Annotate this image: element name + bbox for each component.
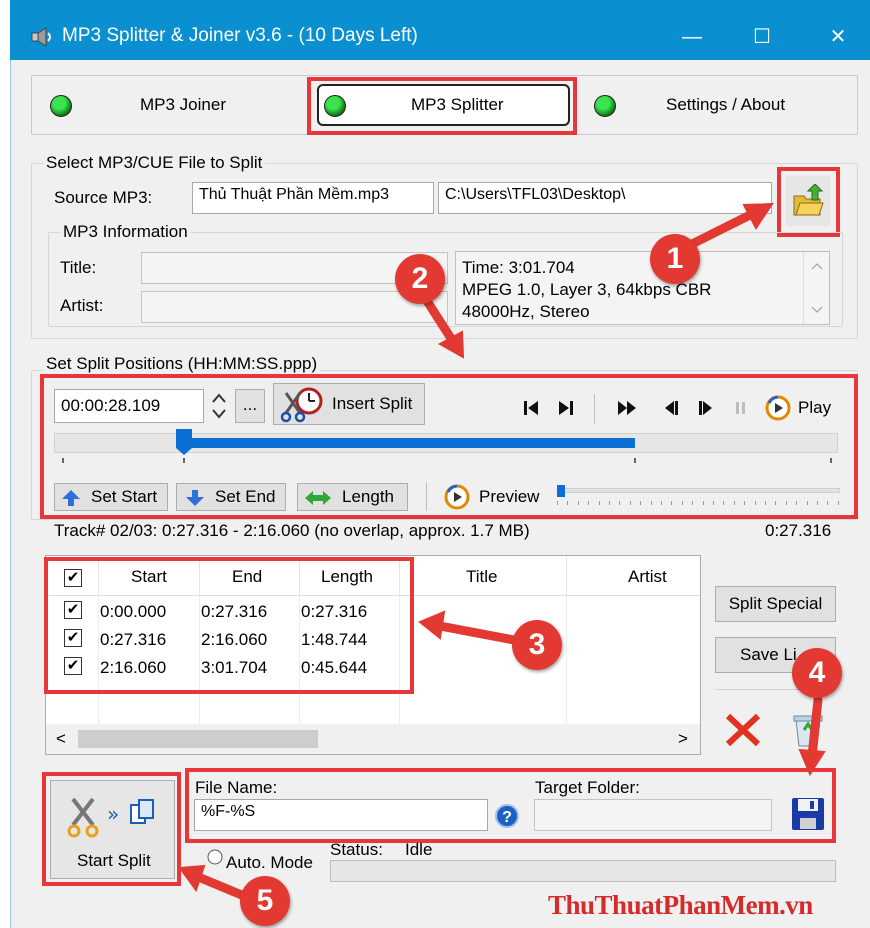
callout-badge: 2 bbox=[395, 254, 445, 304]
watermark: ThuThuatPhanMem.vn bbox=[548, 890, 813, 920]
callout-badge: 5 bbox=[240, 876, 290, 926]
callout-badge: 4 bbox=[792, 648, 842, 698]
callout-badge: 3 bbox=[512, 620, 562, 670]
annotation-arrows bbox=[178, 202, 826, 901]
callout-badge: 1 bbox=[650, 234, 700, 284]
